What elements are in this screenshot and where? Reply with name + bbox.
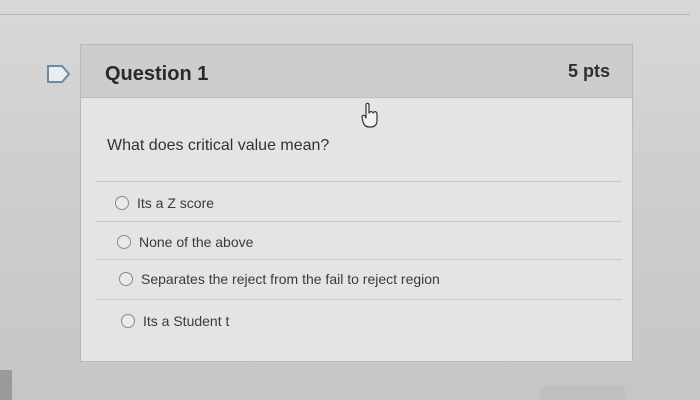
- answer-option[interactable]: Separates the reject from the fail to re…: [119, 267, 440, 291]
- question-points: 5 pts: [567, 61, 610, 81]
- answer-label: None of the above: [139, 234, 254, 250]
- question-title: Question 1: [105, 63, 209, 85]
- answer-divider: [95, 181, 622, 182]
- answer-divider: [95, 259, 622, 260]
- radio-button[interactable]: [117, 235, 131, 249]
- bottom-right-button[interactable]: [540, 386, 625, 400]
- answer-label: Its a Z score: [137, 195, 215, 211]
- answer-label: Its a Student t: [143, 313, 230, 329]
- question-header: Question 1 5 pts: [81, 45, 632, 98]
- answer-divider: [95, 299, 622, 300]
- answer-option[interactable]: None of the above: [117, 230, 253, 254]
- answer-label: Separates the reject from the fail to re…: [141, 271, 440, 287]
- question-card: Question 1 5 pts What does critical valu…: [80, 44, 633, 362]
- top-divider: [0, 14, 690, 15]
- hand-pointer-icon: [361, 102, 378, 128]
- answer-option[interactable]: Its a Z score: [115, 191, 214, 215]
- flag-icon[interactable]: [46, 64, 72, 84]
- radio-button[interactable]: [119, 272, 133, 286]
- radio-button[interactable]: [115, 196, 129, 210]
- answer-option[interactable]: Its a Student t: [121, 309, 229, 333]
- answer-divider: [95, 221, 622, 222]
- left-edge-strip: [0, 370, 12, 400]
- quiz-page: Question 1 5 pts What does critical valu…: [0, 0, 700, 400]
- radio-button[interactable]: [121, 314, 135, 328]
- question-prompt: What does critical value mean?: [107, 137, 330, 154]
